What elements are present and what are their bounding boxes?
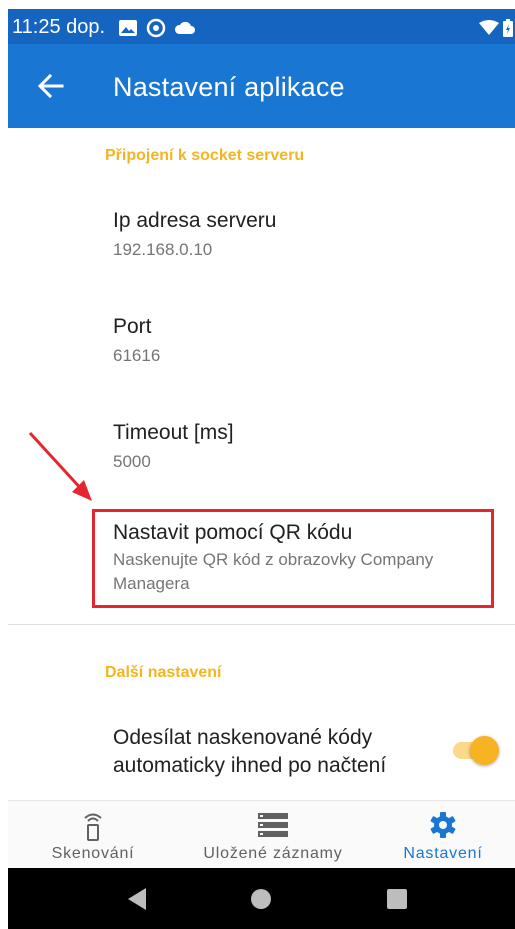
app-bar: Nastavení aplikace [8,44,515,128]
pref-title: Ip adresa serveru [113,209,277,232]
toggle-thumb [470,736,499,765]
annotation-highlight-box [92,509,494,608]
gear-icon [430,812,456,838]
pref-timeout[interactable]: Timeout [ms] 5000 [113,420,493,474]
nav-item-settings[interactable]: Nastavení [388,801,498,869]
cloud-icon [174,21,195,34]
section-divider [8,624,515,625]
gallery-icon [119,20,137,36]
pref-port[interactable]: Port 61616 [113,314,493,368]
back-button[interactable] [34,70,68,102]
system-back-icon[interactable] [126,887,148,911]
scanner-icon [84,813,102,841]
sync-icon [146,18,166,38]
system-home-icon[interactable] [250,888,272,910]
battery-icon [503,19,513,37]
pref-summary: 192.168.0.10 [113,240,213,259]
page-title: Nastavení aplikace [113,72,345,102]
nav-label: Skenování [51,845,135,862]
pref-server-ip[interactable]: Ip adresa serveru 192.168.0.10 [113,208,493,262]
section-header-socket-server: Připojení k socket serveru [105,147,305,164]
pref-summary: 61616 [113,346,161,365]
pref-summary: 5000 [113,452,151,471]
list-icon [258,813,288,837]
pref-auto-send[interactable]: Odesílat naskenované kódy automaticky ih… [113,724,433,780]
pref-title: Timeout [ms] [113,421,234,444]
wifi-icon [479,20,499,35]
status-system-icons [479,19,513,37]
status-bar: 11:25 dop. [8,9,515,44]
system-navigation-bar [8,868,515,929]
nav-label: Uložené záznamy [203,845,343,862]
pref-title: Port [113,315,152,338]
pref-title: Odesílat naskenované kódy automaticky ih… [113,726,387,777]
nav-item-saved-records[interactable]: Uložené záznamy [188,801,358,869]
bottom-navigation: Skenování Uložené záznamy Nastavení [8,800,515,869]
arrow-back-icon [37,73,64,99]
annotation-arrow-icon [28,431,92,501]
status-time: 11:25 dop. [12,16,106,38]
status-notification-icons [118,18,196,38]
nav-label: Nastavení [403,845,483,862]
nav-item-scanning[interactable]: Skenování [38,801,148,869]
section-header-other-settings: Další nastavení [105,664,222,681]
system-recents-icon[interactable] [387,889,407,909]
auto-send-toggle[interactable] [453,735,499,767]
